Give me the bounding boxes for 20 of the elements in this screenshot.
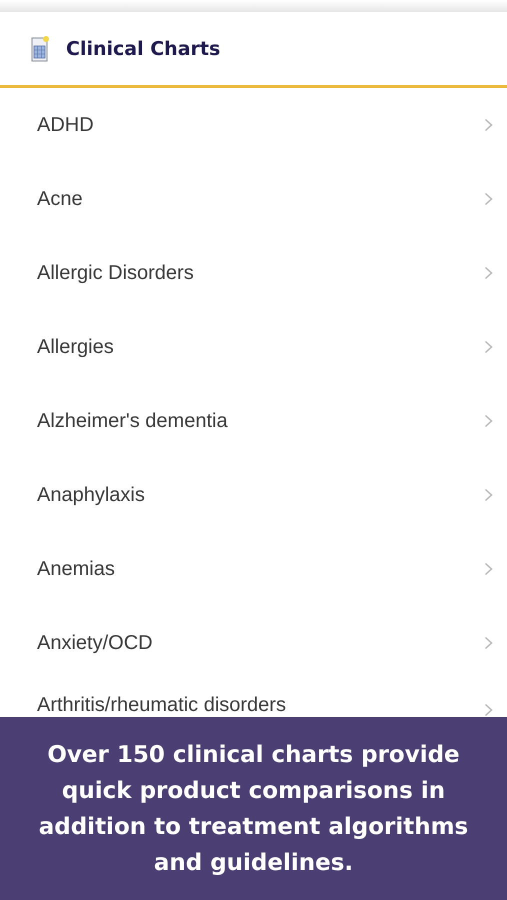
chevron-right-icon xyxy=(484,703,493,717)
category-list-item[interactable]: Anxiety/OCD xyxy=(0,606,507,680)
chevron-right-icon xyxy=(484,266,493,280)
chevron-right-icon xyxy=(484,414,493,428)
category-list-item[interactable]: Anaphylaxis xyxy=(0,458,507,532)
category-list-item[interactable]: Acne xyxy=(0,162,507,236)
chevron-right-icon xyxy=(484,340,493,354)
category-list-item[interactable]: Allergic Disorders xyxy=(0,236,507,310)
category-list-item[interactable]: ADHD xyxy=(0,88,507,162)
category-list-item[interactable]: Arthritis/rheumatic disorders xyxy=(0,680,507,717)
chevron-right-icon xyxy=(484,636,493,650)
header-title: Clinical Charts xyxy=(66,38,220,60)
chevron-right-icon xyxy=(484,488,493,502)
category-list-item[interactable]: Allergies xyxy=(0,310,507,384)
promo-text: Over 150 clinical charts provide quick product comparisons in addition to treatment algorithms and guidelines. xyxy=(38,740,470,878)
chevron-right-icon xyxy=(484,192,493,206)
category-list-item[interactable]: Anemias xyxy=(0,532,507,606)
chevron-right-icon xyxy=(484,118,493,132)
chevron-right-icon xyxy=(484,562,493,576)
category-list-item[interactable]: Alzheimer's dementia xyxy=(0,384,507,458)
